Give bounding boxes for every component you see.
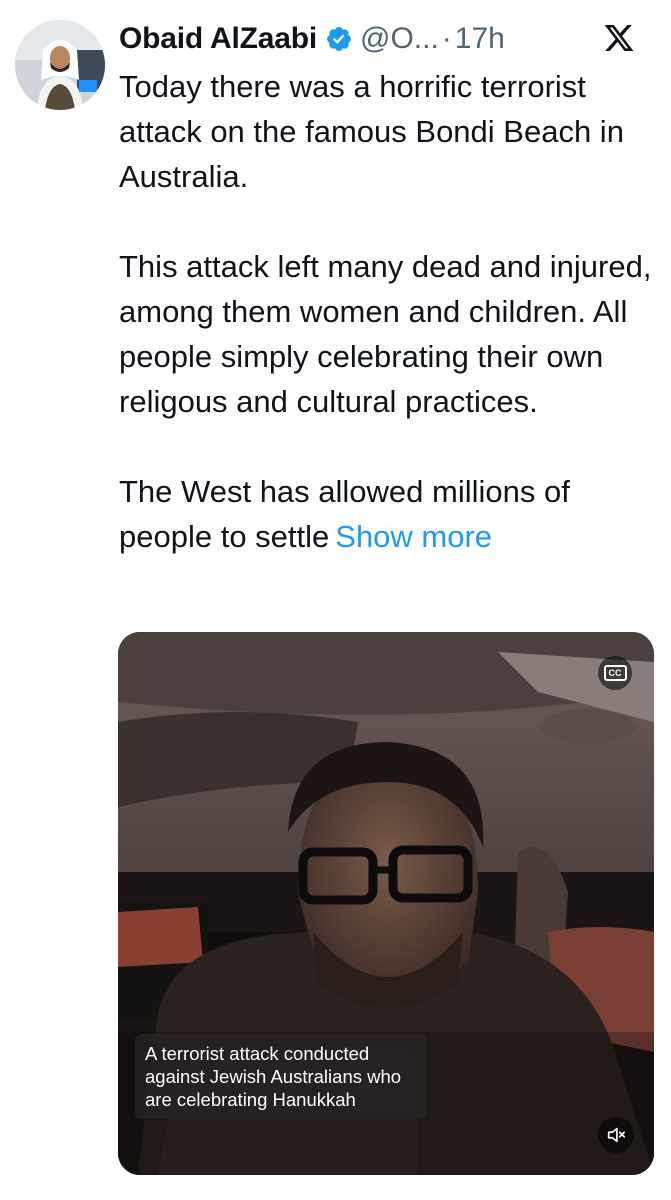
- post-paragraph-truncated: The West has allowed millions of people …: [119, 469, 654, 559]
- author-name[interactable]: Obaid AlZaabi: [119, 22, 317, 56]
- closed-captions-icon: CC: [603, 665, 627, 681]
- post-paragraph: Today there was a horrific terrorist att…: [119, 69, 624, 194]
- show-more-link[interactable]: Show more: [335, 519, 492, 554]
- verified-badge-icon: [327, 27, 351, 51]
- x-logo-icon: [604, 25, 634, 51]
- author-handle[interactable]: @O...: [360, 22, 439, 56]
- avatar-image: [15, 20, 105, 110]
- post-text: Today there was a horrific terrorist att…: [119, 64, 654, 559]
- post-header: Obaid AlZaabi @O... · 17h: [119, 16, 651, 62]
- muted-speaker-icon: [607, 1127, 626, 1143]
- closed-captions-button[interactable]: CC: [598, 656, 632, 690]
- post-timestamp[interactable]: 17h: [455, 22, 505, 56]
- video-caption: A terrorist attack conducted against Jew…: [135, 1034, 427, 1119]
- header-separator: ·: [441, 22, 452, 55]
- post-paragraph: This attack left many dead and injured, …: [119, 249, 652, 419]
- video-player[interactable]: CC A terrorist attack conducted against …: [118, 632, 654, 1175]
- author-avatar[interactable]: [15, 20, 105, 110]
- mute-toggle-button[interactable]: [598, 1117, 634, 1153]
